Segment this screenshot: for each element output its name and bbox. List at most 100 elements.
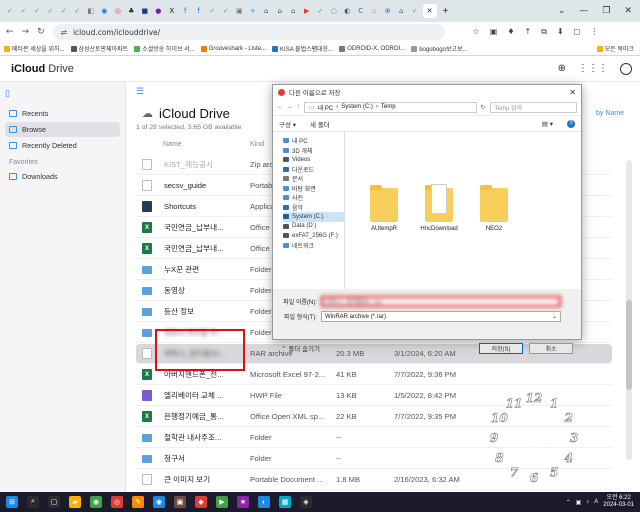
new-tab-button[interactable]: + bbox=[443, 6, 449, 17]
folder-item[interactable]: AUtempR bbox=[359, 185, 409, 232]
taskbar-app-icon[interactable]: ◎ bbox=[111, 496, 123, 508]
cancel-button[interactable]: 취소 bbox=[529, 342, 573, 354]
taskbar-app-icon[interactable]: ▣ bbox=[174, 496, 186, 508]
taskbar-app-icon[interactable]: ◐ bbox=[258, 496, 270, 508]
dialog-forward-icon[interactable]: → bbox=[287, 104, 293, 110]
bookmark-item[interactable]: KISA 불법스팸대응... bbox=[272, 44, 333, 53]
taskbar-app-icon[interactable]: ▢ bbox=[48, 496, 60, 508]
browser-tab[interactable]: ▶ bbox=[301, 4, 313, 18]
browser-tab[interactable]: + bbox=[247, 4, 259, 18]
avatar[interactable] bbox=[620, 62, 632, 75]
sidebar-item-downloads[interactable]: Downloads bbox=[5, 169, 120, 184]
folder-item[interactable]: HncDownload bbox=[414, 184, 464, 232]
browser-tab[interactable]: ✓ bbox=[220, 4, 232, 18]
browser-tab[interactable]: ✓ bbox=[409, 4, 421, 18]
nav-pane-item[interactable]: 다운로드 bbox=[283, 165, 344, 175]
browser-tab[interactable]: C bbox=[355, 4, 367, 18]
nav-pane-item[interactable]: Videos bbox=[283, 155, 344, 165]
dialog-path-bar[interactable]: ▭ 내 PC › System (C:) › Temp bbox=[304, 101, 477, 113]
browser-tab[interactable]: f bbox=[193, 4, 205, 18]
scrollbar-thumb[interactable] bbox=[626, 300, 632, 390]
tray-icon[interactable]: ♪ bbox=[586, 499, 589, 506]
path-part[interactable]: 내 PC bbox=[318, 103, 334, 112]
tab-groups-icon[interactable]: ⧉ bbox=[541, 27, 547, 37]
browser-tab[interactable]: ⌂ bbox=[274, 4, 286, 18]
taskbar-app-icon[interactable]: ▦ bbox=[279, 496, 291, 508]
path-part[interactable]: Temp bbox=[381, 104, 396, 110]
browser-tab[interactable]: ⌂ bbox=[396, 4, 408, 18]
minimize-button[interactable]: — bbox=[579, 6, 588, 16]
browser-tab[interactable]: ✓ bbox=[58, 4, 70, 18]
taskbar-app-icon[interactable]: ▶ bbox=[216, 496, 228, 508]
menu-icon[interactable]: ⋮ bbox=[590, 27, 598, 37]
profile-icon[interactable]: ◻ bbox=[574, 27, 581, 37]
tray-icon[interactable]: A bbox=[594, 499, 598, 506]
nav-pane-item[interactable]: 3D 개체 bbox=[283, 146, 344, 156]
restore-button[interactable]: ❐ bbox=[602, 6, 610, 16]
taskbar-app-icon[interactable]: ★ bbox=[237, 496, 249, 508]
taskbar-app-icon[interactable]: ◆ bbox=[195, 496, 207, 508]
bookmark-item[interactable]: 소셜방송 하이브 서... bbox=[134, 44, 195, 53]
nav-pane-item[interactable]: 바탕 화면 bbox=[283, 184, 344, 194]
nav-pane-item[interactable]: 네트워크 bbox=[283, 241, 344, 251]
browser-tab[interactable]: ♣ bbox=[126, 4, 138, 18]
bookmark-item[interactable]: 메타몬 세상을 위하... bbox=[4, 44, 65, 53]
bookmark-star-icon[interactable]: ☆ bbox=[473, 27, 480, 37]
browser-tab[interactable]: ✓ bbox=[4, 4, 16, 18]
icloud-drive-logo[interactable]: iCloud Drive bbox=[8, 63, 74, 75]
browser-tab[interactable]: ✓ bbox=[207, 4, 219, 18]
view-options-icon[interactable]: ▤ ▾ bbox=[542, 120, 553, 128]
browser-tab[interactable]: ◧ bbox=[85, 4, 97, 18]
path-part[interactable]: System (C:) bbox=[341, 104, 373, 110]
sidebar-item-recents[interactable]: Recents bbox=[5, 106, 120, 121]
taskbar-app-icon[interactable]: ◈ bbox=[300, 496, 312, 508]
app-grid-icon[interactable]: ⋮⋮⋮ bbox=[578, 63, 608, 74]
browser-tab[interactable]: ✓ bbox=[45, 4, 57, 18]
filename-input[interactable]: 제목시_원미를30...rar bbox=[321, 296, 561, 307]
download-icon[interactable]: ⬇ bbox=[557, 27, 564, 37]
hide-folders-toggle[interactable]: ⌃ 폴더 숨기기 bbox=[281, 343, 320, 353]
column-kind[interactable]: Kind bbox=[250, 141, 264, 148]
browser-tab[interactable]: ✕ bbox=[422, 4, 437, 18]
taskbar-app-icon[interactable]: ▰ bbox=[69, 496, 81, 508]
browser-tab[interactable]: f bbox=[180, 4, 192, 18]
address-bar[interactable]: ⇌ icloud.com/iclouddrive/ bbox=[52, 24, 445, 40]
browser-tab[interactable]: ■ bbox=[139, 4, 151, 18]
taskbar-app-icon[interactable]: ◉ bbox=[90, 496, 102, 508]
browser-tab[interactable]: ⊕ bbox=[382, 4, 394, 18]
organize-menu[interactable]: 구성 ▾ bbox=[279, 119, 296, 129]
taskbar-clock[interactable]: 오전 6:22 2024-03-01 bbox=[603, 495, 634, 509]
bookmark-item[interactable]: Grooveshark - Liste... bbox=[200, 45, 266, 52]
help-icon[interactable]: ? bbox=[567, 119, 575, 128]
site-info-icon[interactable]: ⇌ bbox=[61, 28, 67, 37]
bookmark-item[interactable]: bogobogo보고보... bbox=[411, 44, 467, 53]
browser-tab[interactable]: ▣ bbox=[234, 4, 246, 18]
browser-tab[interactable]: ✓ bbox=[31, 4, 43, 18]
browser-tab[interactable]: ✓ bbox=[72, 4, 84, 18]
tray-icon[interactable]: ⌃ bbox=[566, 499, 571, 506]
extension-icon[interactable]: ♦ bbox=[507, 27, 514, 37]
nav-pane-item[interactable]: 음악 bbox=[283, 203, 344, 213]
sidebar-item-recently-deleted[interactable]: Recently Deleted bbox=[5, 138, 120, 153]
taskbar-app-icon[interactable]: ◉ bbox=[153, 496, 165, 508]
filetype-select[interactable]: WinRAR archive (*.rar) ⌄ bbox=[321, 311, 561, 322]
reload-icon[interactable]: ↻ bbox=[37, 27, 45, 37]
new-folder-button[interactable]: 새 폴더 bbox=[310, 119, 330, 129]
browser-tab[interactable]: ◐ bbox=[342, 4, 354, 18]
browser-tab[interactable]: X bbox=[166, 4, 178, 18]
bookmark-item[interactable]: ODROID-X, ODROI... bbox=[339, 45, 405, 52]
add-icon[interactable]: ⊕ bbox=[558, 63, 566, 74]
browser-tab[interactable]: ◎ bbox=[112, 4, 124, 18]
forward-icon[interactable]: → bbox=[22, 27, 30, 37]
browser-tab[interactable]: ⌂ bbox=[369, 4, 381, 18]
browser-tab[interactable]: ○ bbox=[328, 4, 340, 18]
save-button[interactable]: 저장(S) bbox=[479, 342, 523, 354]
browser-tab[interactable]: ✓ bbox=[315, 4, 327, 18]
nav-pane-item[interactable]: Data (D:) bbox=[283, 222, 344, 232]
close-window-button[interactable]: ✕ bbox=[624, 6, 632, 16]
tab-search-icon[interactable]: ⌄ bbox=[558, 6, 566, 16]
browser-tab[interactable]: ● bbox=[153, 4, 165, 18]
nav-pane-item[interactable]: System (C:) bbox=[283, 212, 344, 222]
extension-icon[interactable]: ▣ bbox=[490, 27, 498, 37]
dialog-close-button[interactable]: ✕ bbox=[569, 88, 576, 97]
